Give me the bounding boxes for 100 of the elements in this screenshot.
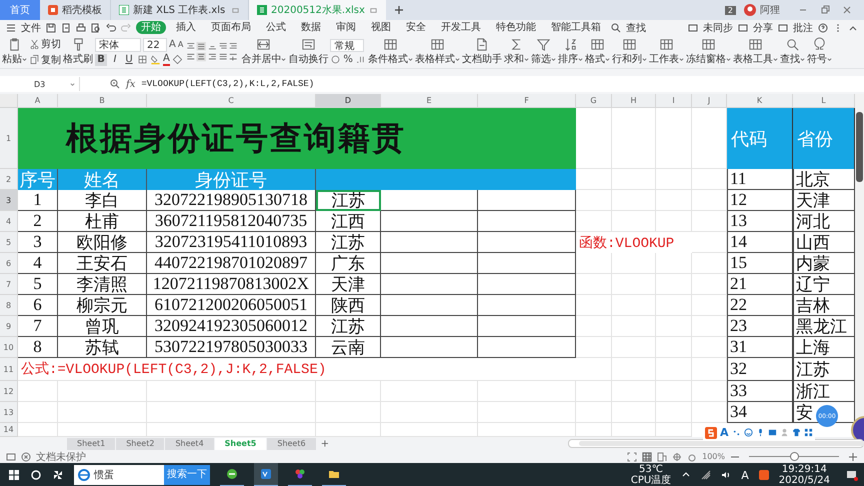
font-color-button[interactable]: A [163,54,170,66]
ribbon-tab[interactable]: 公式 [261,21,291,34]
caret-icon[interactable] [70,82,75,86]
redo-icon[interactable] [121,22,131,32]
ribbon-tab[interactable]: 插入 [171,21,201,34]
table-cell[interactable]: 江苏 [316,232,381,253]
page-view-icon[interactable] [657,452,668,462]
ribbon-button[interactable]: 求和 [504,37,529,66]
palette-icon[interactable] [294,468,306,480]
help-icon[interactable] [818,22,828,32]
font-size-button[interactable]: A [169,39,176,50]
percent-button[interactable]: % [343,54,353,64]
app-icon[interactable] [260,468,272,480]
table-cell[interactable]: 广东 [316,253,381,274]
restore-icon[interactable] [820,5,830,15]
ribbon-button[interactable]: 行和列 [612,37,647,66]
punctuation-icon[interactable] [732,428,741,437]
ribbon-button[interactable]: 查找 [780,37,805,66]
add-sheet-icon[interactable] [320,439,328,448]
font-size-button[interactable]: A [178,40,184,49]
ribbon-button[interactable]: 格式 [584,37,610,66]
search-command[interactable]: 查找 [626,20,646,34]
input-mode-button[interactable]: A [720,426,729,439]
shirt-icon[interactable] [792,428,801,437]
column-header[interactable]: H [612,94,656,108]
sogou-logo-icon[interactable] [705,426,717,438]
ribbon-tab[interactable]: 页面布局 [206,21,256,34]
search-box[interactable]: 惯蛋 [74,465,164,485]
column-header[interactable]: F [478,94,576,108]
table-cell[interactable]: 天津 [316,274,381,295]
ribbon-tab[interactable]: 特色功能 [491,21,541,34]
ribbon-button[interactable]: 剪切 [29,36,61,50]
ribbon-tab[interactable]: 开发工具 [436,21,486,34]
normal-view-icon[interactable] [642,452,652,462]
file-menu[interactable]: 文件 [21,20,41,34]
ribbon-tab[interactable]: 审阅 [331,21,361,34]
format-button[interactable]: I [109,54,121,66]
fan-icon[interactable] [52,469,64,481]
volume-icon[interactable] [721,470,732,480]
number-format-field[interactable]: 常规 [330,38,364,52]
eraser-icon[interactable] [172,54,183,65]
column-header[interactable]: D [316,94,381,108]
ribbon-button[interactable]: 排序 [558,37,583,66]
sheet-tab[interactable]: Sheet6 [267,438,317,450]
column-header[interactable]: L [793,94,855,108]
user-name[interactable]: 阿狸 [760,3,780,17]
font-name-field[interactable]: 宋体 [95,38,141,52]
ribbon-button[interactable]: 工作表 [648,37,684,66]
print-icon[interactable] [76,22,86,32]
protection-status[interactable]: 文档未保护 [36,450,86,464]
sogou-logo-icon[interactable] [758,470,769,480]
ribbon-button[interactable]: 符号 [806,37,832,66]
notification-icon[interactable] [846,469,858,481]
row-header[interactable]: 4 [0,211,18,232]
ribbon-button[interactable]: 自动换行 [288,37,328,66]
row-header[interactable]: 7 [0,274,18,295]
preview-icon[interactable] [91,22,101,32]
zoom-slider[interactable] [790,452,799,461]
formula-field[interactable]: =VLOOKUP(LEFT(C3,2),K:L,2,FALSE) [141,79,314,89]
ribbon-tab[interactable]: 视图 [366,21,396,34]
format-button[interactable]: B [95,54,107,66]
row-header[interactable]: 10 [0,337,18,358]
zoom-in-icon[interactable] [848,452,858,462]
row-header[interactable]: 14 [0,423,18,437]
close-icon[interactable] [842,5,852,15]
row-header[interactable]: 5 [0,232,18,253]
row-header[interactable]: 12 [0,381,18,402]
column-header[interactable]: B [58,94,147,108]
grid-icon[interactable] [804,428,813,437]
new-tab-icon[interactable] [394,5,404,15]
row-header[interactable]: 8 [0,295,18,316]
reading-view-icon[interactable] [672,452,682,462]
menu-icon[interactable] [6,22,16,32]
ribbon-button[interactable]: 粘贴 [2,37,27,66]
toolbar-command[interactable]: 分享 [753,20,773,34]
ribbon-tab[interactable]: 智能工具箱 [546,21,606,34]
ribbon-button[interactable]: 表格样式 [414,37,460,66]
save-icon[interactable] [46,22,56,32]
ribbon-button[interactable]: 文档助手 [462,37,502,66]
avatar-icon[interactable] [744,4,756,16]
alignment-icons[interactable] [185,40,240,64]
column-header[interactable]: C [147,94,316,108]
name-box[interactable]: D3 [0,77,80,91]
emoji-icon[interactable] [744,428,753,437]
input-language[interactable]: A [741,468,749,482]
font-size-field[interactable]: 22 [143,38,167,52]
ribbon-button[interactable]: 合并居中 [241,37,286,66]
windows-start-icon[interactable] [8,469,20,481]
table-cell[interactable]: 江苏 [316,190,381,211]
ribbon-button[interactable]: 表格工具 [732,37,778,66]
row-header[interactable]: 9 [0,316,18,337]
ribbon-tab[interactable]: 数据 [296,21,326,34]
column-header[interactable]: G [576,94,612,108]
sheet-tab[interactable]: Sheet2 [116,438,166,450]
undo-icon[interactable] [106,22,116,32]
keyboard-icon[interactable] [768,428,777,437]
column-header[interactable]: J [692,94,727,108]
table-cell[interactable]: 江西 [316,211,381,232]
folder-icon[interactable] [328,468,340,480]
window-icon[interactable] [6,452,16,462]
